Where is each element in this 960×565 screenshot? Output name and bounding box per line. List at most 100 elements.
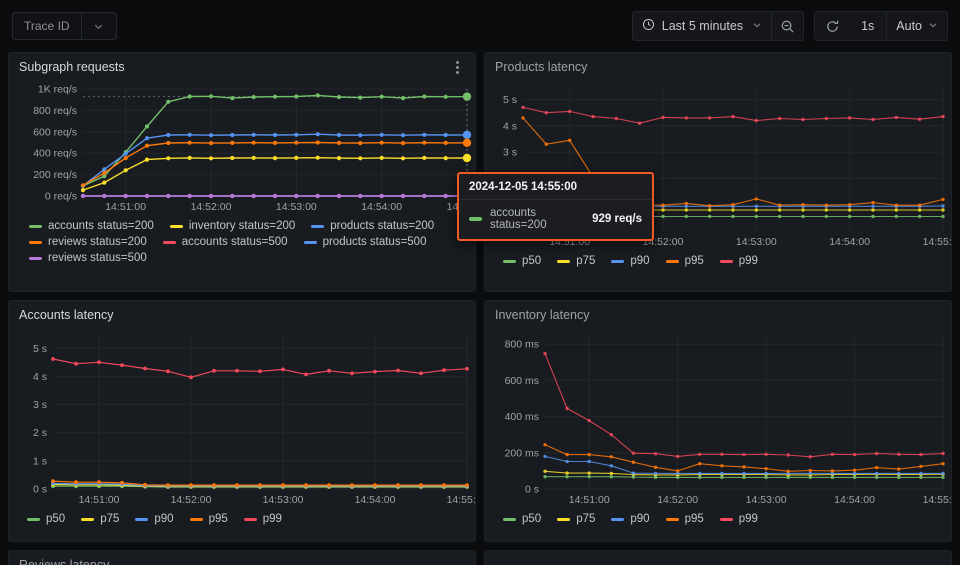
panel-header: Accounts latency <box>9 301 475 329</box>
chart-svg: 0 s 1 s 2 s 3 s 4 s 5 s 14:51:00 14:52:00 14:53:… <box>33 337 475 506</box>
legend-label: p90 <box>630 255 650 267</box>
svg-text:1 s: 1 s <box>33 455 47 467</box>
refresh-icon[interactable] <box>815 12 849 40</box>
series-color-swatch-icon <box>135 517 149 521</box>
legend-item[interactable]: p50 <box>503 513 541 525</box>
series-color-swatch-icon <box>665 517 679 521</box>
svg-text:600 ms: 600 ms <box>505 375 539 387</box>
legend-item[interactable]: p95 <box>189 513 228 525</box>
series-color-swatch-icon <box>243 517 257 521</box>
auto-label: Auto <box>896 19 922 33</box>
tooltip-row: accounts status=200 929 req/s <box>459 200 652 239</box>
page-title: Accounts latency <box>19 308 114 322</box>
legend-item[interactable]: reviews status=500 <box>29 252 147 264</box>
series-color-swatch-icon <box>719 517 733 521</box>
svg-text:14:52:00: 14:52:00 <box>171 494 212 506</box>
panel-reviews-latency-right[interactable] <box>484 550 952 565</box>
legend-label: p50 <box>522 255 542 267</box>
legend-item[interactable]: p95 <box>665 255 704 267</box>
tooltip-series-value: 929 req/s <box>592 213 642 225</box>
dashboard-grid: Subgraph requests 0 req/s 200 req/s 400 re… <box>0 52 960 565</box>
svg-text:14:53:00: 14:53:00 <box>736 236 777 248</box>
chart-svg: 0 req/s 200 req/s 400 req/s 600 req/s 800 re… <box>33 84 475 214</box>
svg-text:4 s: 4 s <box>33 371 47 383</box>
series-color-swatch-icon <box>719 259 733 263</box>
svg-text:14:51:00: 14:51:00 <box>105 201 146 213</box>
legend-item[interactable]: p50 <box>503 255 541 267</box>
tooltip-series-name: accounts status=200 <box>490 207 547 231</box>
chevron-down-icon[interactable] <box>82 13 116 39</box>
legend-label: p75 <box>576 255 596 267</box>
legend-label: products status=500 <box>322 236 427 248</box>
svg-text:14:53:00: 14:53:00 <box>746 494 787 506</box>
series-color-swatch-icon <box>611 517 625 521</box>
tooltip-timestamp: 2024-12-05 14:55:00 <box>459 174 652 200</box>
legend-label: inventory status=200 <box>188 220 296 232</box>
legend-item[interactable]: p99 <box>243 513 282 525</box>
legend-item[interactable]: p75 <box>557 513 595 525</box>
series-color-swatch-icon <box>169 224 183 228</box>
legend-label: p50 <box>522 513 542 525</box>
legend-item[interactable]: p50 <box>27 513 65 525</box>
dashboard-toolbar: Trace ID Last 5 minutes 1s Auto <box>0 0 960 52</box>
svg-text:14:54:00: 14:54:00 <box>355 494 396 506</box>
legend-item[interactable]: inventory status=200 <box>169 220 296 232</box>
svg-text:14:53:00: 14:53:00 <box>276 201 317 213</box>
legend-item[interactable]: p99 <box>719 255 758 267</box>
legend-accounts-latency: p50 p75 p90 p95 p99 <box>9 509 475 533</box>
chart-svg: 0 s 200 ms 400 ms 600 ms 800 ms 14:51:00 14:52… <box>505 337 951 506</box>
legend-item[interactable]: p99 <box>719 513 758 525</box>
plot-subgraph-requests: 0 req/s 200 req/s 400 req/s 600 req/s 800 re… <box>9 81 475 216</box>
series-color-swatch-icon <box>557 259 571 263</box>
auto-interval-select[interactable]: Auto <box>887 12 947 40</box>
page-title: Reviews latency <box>19 558 110 565</box>
time-range-label: Last 5 minutes <box>661 19 744 33</box>
legend-subgraph-requests: accounts status=200 inventory status=200 p… <box>9 216 475 272</box>
svg-text:2 s: 2 s <box>33 427 47 439</box>
panel-accounts-latency[interactable]: Accounts latency 0 s 1 s 2 s 3 s 4 s 5 s 14:51… <box>8 300 476 542</box>
legend-label: reviews status=500 <box>48 252 147 264</box>
legend-inventory-latency: p50 p75 p90 p95 p99 <box>485 509 951 533</box>
legend-label: reviews status=200 <box>48 236 147 248</box>
refresh-interval[interactable]: 1s <box>849 12 888 40</box>
svg-text:5 s: 5 s <box>33 343 47 355</box>
panel-header: Subgraph requests <box>9 53 475 81</box>
panel-header: Products latency <box>485 53 951 81</box>
legend-label: p50 <box>46 513 66 525</box>
svg-text:800 req/s: 800 req/s <box>33 105 77 117</box>
svg-text:400 ms: 400 ms <box>505 411 539 423</box>
legend-item[interactable]: products status=500 <box>303 236 427 248</box>
panel-reviews-latency[interactable]: Reviews latency <box>8 550 476 565</box>
legend-item[interactable]: p90 <box>135 513 174 525</box>
panel-subgraph-requests[interactable]: Subgraph requests 0 req/s 200 req/s 400 re… <box>8 52 476 292</box>
svg-text:14:55:00: 14:55:00 <box>923 236 952 248</box>
trace-id-variable[interactable]: Trace ID <box>12 12 117 40</box>
panel-header: Inventory latency <box>485 301 951 329</box>
legend-label: accounts status=500 <box>181 236 288 248</box>
series-color-swatch-icon <box>81 517 95 521</box>
svg-text:400 req/s: 400 req/s <box>33 148 77 160</box>
legend-item[interactable]: p75 <box>81 513 119 525</box>
series-color-swatch-icon <box>29 256 42 260</box>
page-title: Products latency <box>495 60 588 74</box>
legend-item[interactable]: p90 <box>611 255 650 267</box>
time-range-controls: Last 5 minutes <box>631 11 805 41</box>
legend-item[interactable]: p75 <box>557 255 595 267</box>
legend-item[interactable]: reviews status=200 <box>29 236 147 248</box>
legend-products-latency: p50 p75 p90 p95 p99 <box>485 251 951 275</box>
kebab-menu-icon[interactable] <box>450 57 465 78</box>
series-color-swatch-icon <box>557 517 571 521</box>
series-color-swatch-icon <box>311 224 325 228</box>
legend-item[interactable]: accounts status=500 <box>162 236 288 248</box>
zoom-out-icon[interactable] <box>771 12 803 40</box>
series-color-swatch-icon <box>665 259 679 263</box>
time-range-picker[interactable]: Last 5 minutes <box>633 12 771 40</box>
legend-item[interactable]: accounts status=200 <box>29 220 154 232</box>
legend-label: products status=200 <box>330 220 435 232</box>
trace-id-label: Trace ID <box>13 13 82 39</box>
svg-text:1K req/s: 1K req/s <box>38 84 77 96</box>
legend-item[interactable]: p90 <box>611 513 650 525</box>
legend-item[interactable]: products status=200 <box>311 220 434 232</box>
panel-inventory-latency[interactable]: Inventory latency 0 s 200 ms 400 ms 600 ms 8… <box>484 300 952 542</box>
legend-item[interactable]: p95 <box>665 513 704 525</box>
